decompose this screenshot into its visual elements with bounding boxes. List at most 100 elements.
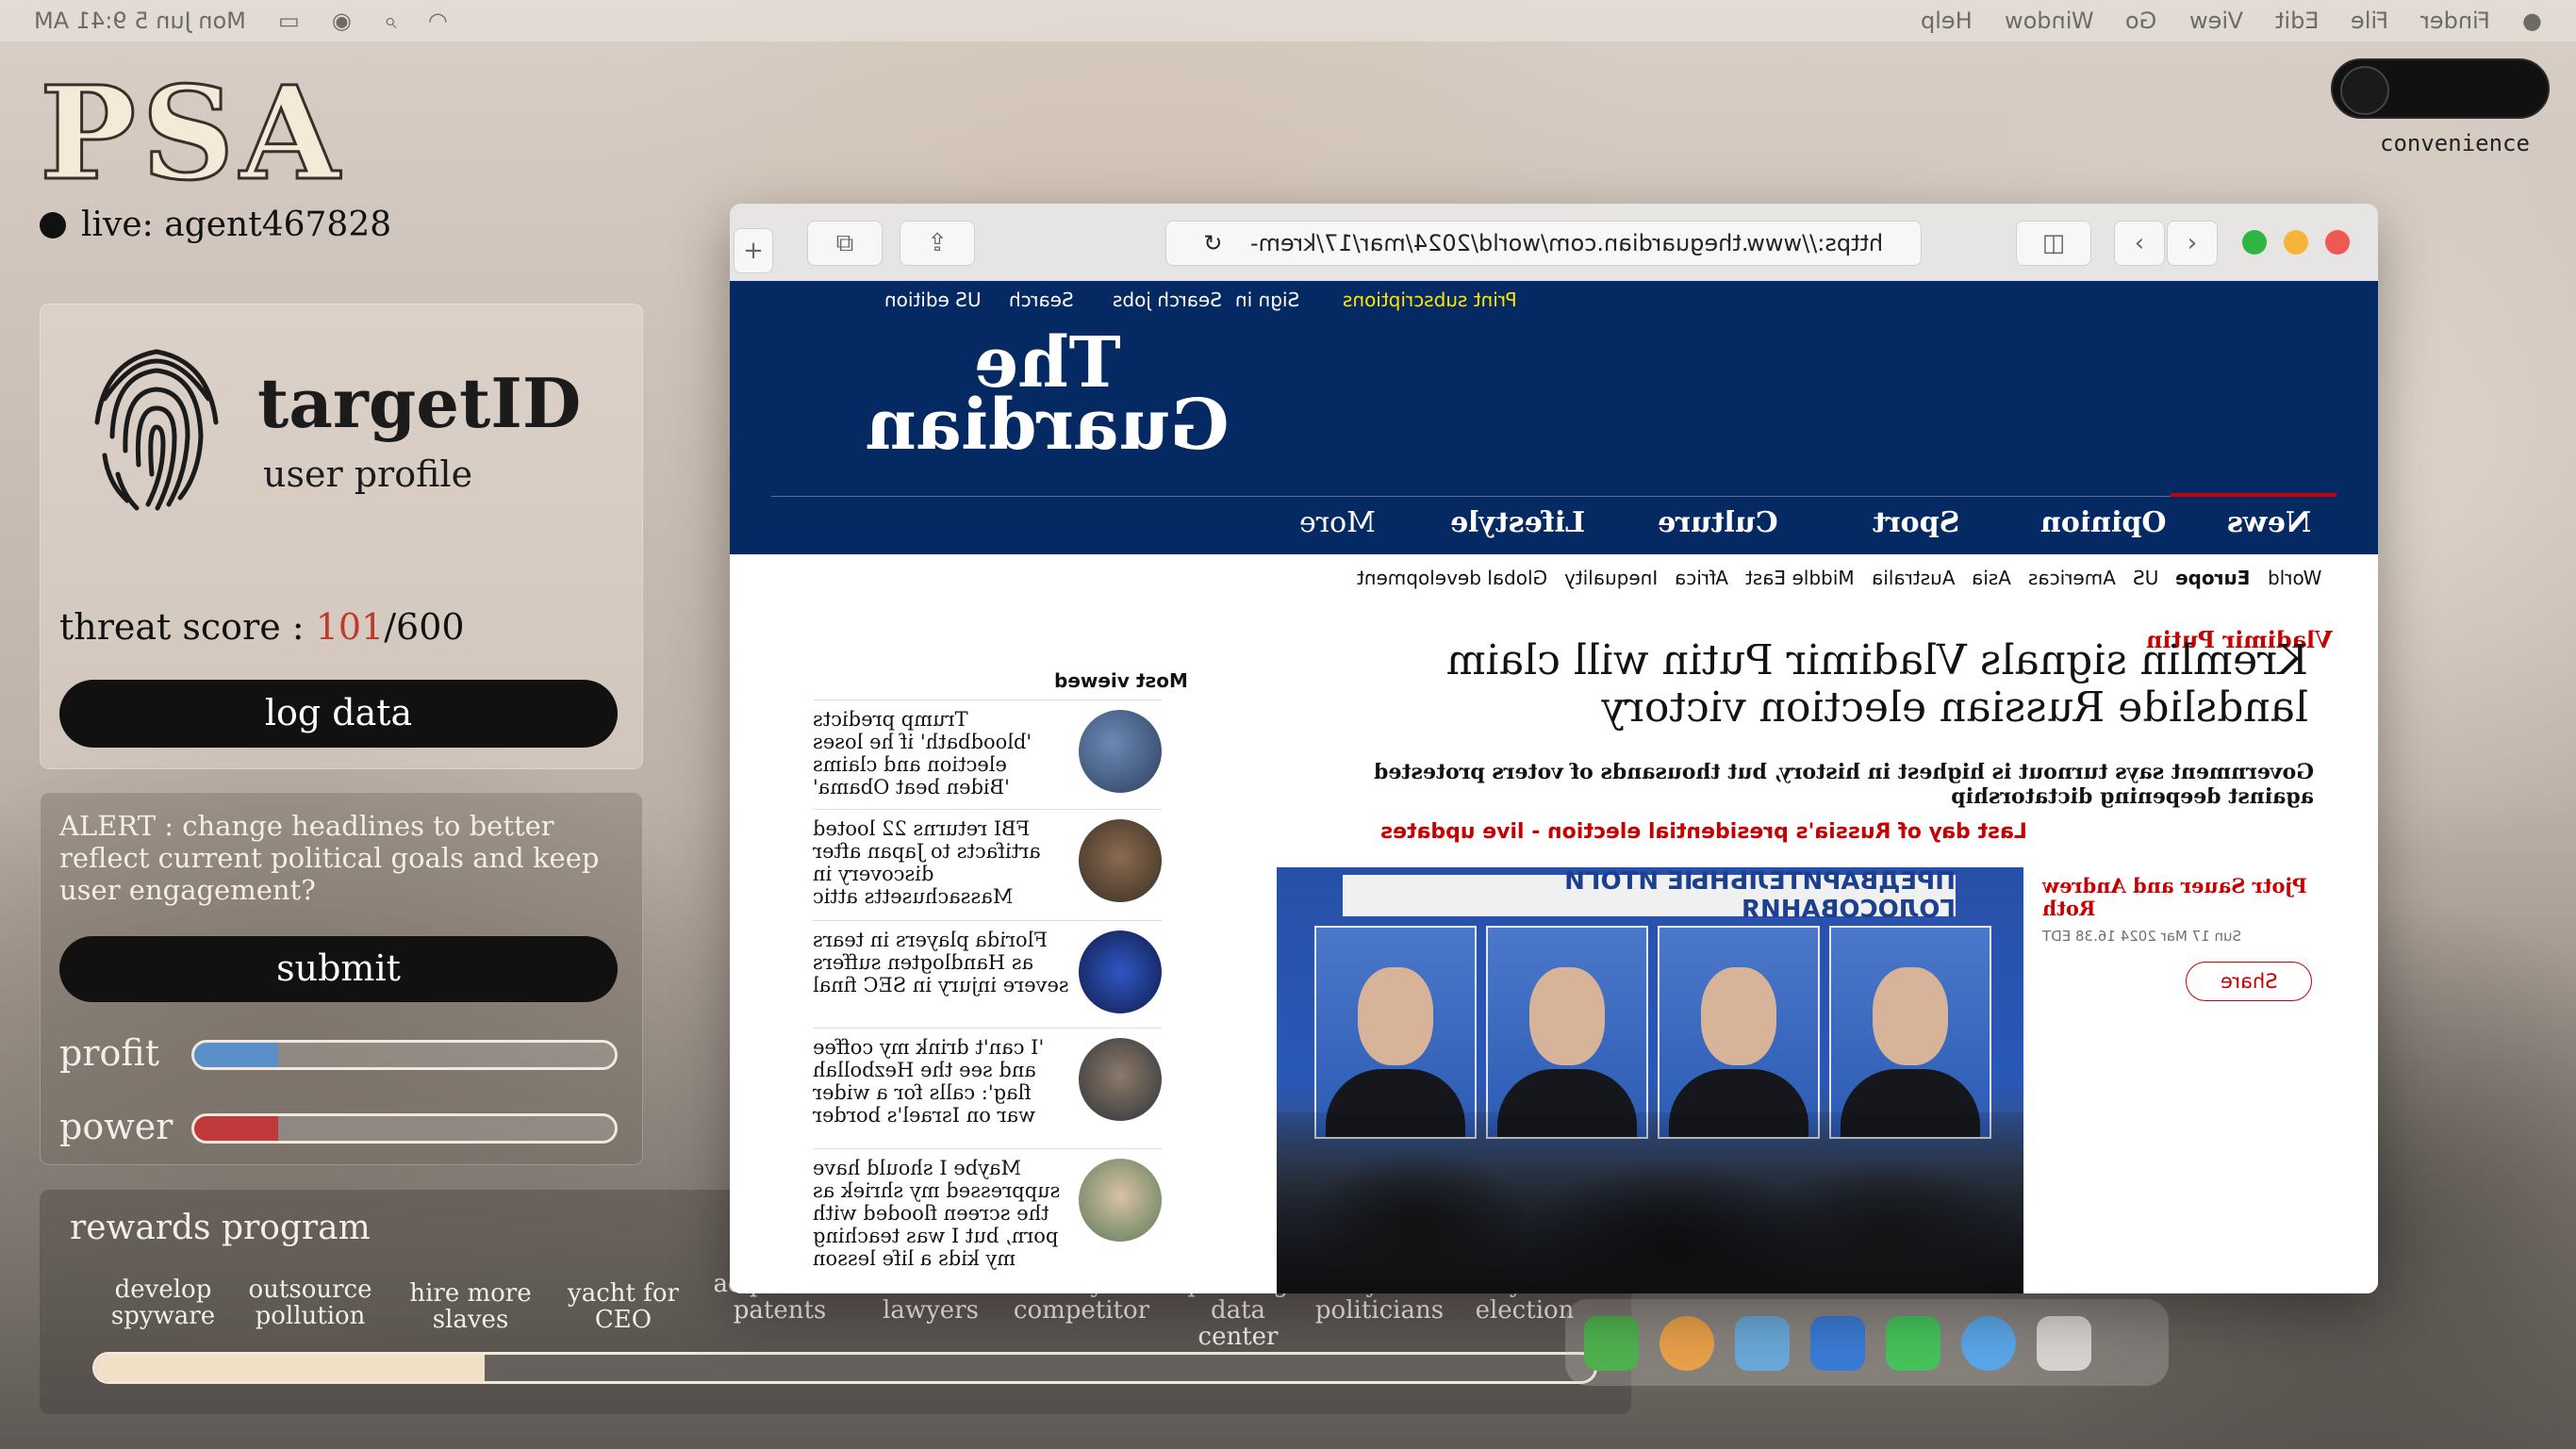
address-bar[interactable]: ↻ https://www.theguardian.com/world/2024… <box>1165 221 1922 266</box>
forward-button[interactable]: › <box>2167 221 2218 266</box>
reload-icon[interactable]: ↻ <box>1203 230 1222 256</box>
power-fill <box>194 1116 279 1141</box>
article-photo: ПРЕДВАРИТЕЛЬНЫЕ ИТОГИ ГОЛОСОВАНИЯ <box>1277 867 2023 1293</box>
nav-lifestyle[interactable]: Lifestyle <box>1450 506 1585 539</box>
subnav-item[interactable]: Asia <box>1972 567 2011 589</box>
subnav-item[interactable]: World <box>2268 567 2321 589</box>
nav-opinion[interactable]: Opinion <box>2040 506 2167 539</box>
most-viewed-text[interactable]: Maybe I should have suppressed my shriek… <box>813 1157 1069 1270</box>
candidate-portrait <box>1486 926 1648 1139</box>
safari-icon[interactable] <box>1961 1316 2016 1371</box>
reward-item[interactable]: outsource pollution <box>239 1276 381 1329</box>
rewards-progress-fill <box>95 1355 486 1381</box>
url-text[interactable]: https://www.theguardian.com/world/2024/m… <box>1250 230 1883 256</box>
fingerprint-icon <box>94 349 219 511</box>
guardian-header: The Guardian News Opinion Sport Culture … <box>730 319 2378 554</box>
guardian-utility-bar: Print subscriptions Sign in Search jobs … <box>730 281 2378 319</box>
search-icon[interactable]: ⌕ <box>384 8 396 34</box>
thumbnail <box>1079 819 1162 902</box>
guardian-nav: News Opinion Sport Culture Lifestyle Mor… <box>771 493 2337 555</box>
search-link[interactable]: Search <box>1009 288 1074 311</box>
subnav-item[interactable]: Europe <box>2175 567 2250 589</box>
share-button[interactable]: Share <box>2186 962 2312 1001</box>
power-label: power <box>59 1106 173 1147</box>
most-viewed-item[interactable]: Trump predicts 'bloodbath' if he loses e… <box>813 700 1162 802</box>
subnav-item[interactable]: Middle East <box>1745 567 1855 589</box>
subnav-item[interactable]: Africa <box>1675 567 1728 589</box>
messages-icon[interactable] <box>1886 1316 1940 1371</box>
most-viewed-text[interactable]: Florida players in tears as Handlogten s… <box>813 929 1069 996</box>
menu-help[interactable]: Help <box>1921 8 1973 34</box>
launchpad-icon[interactable] <box>2037 1316 2091 1371</box>
live-updates-link[interactable]: Last day of Russia's presidential electi… <box>1380 820 2027 844</box>
subnav-item[interactable]: Australia <box>1872 567 1955 589</box>
submit-button[interactable]: submit <box>59 936 618 1002</box>
share-icon[interactable]: ⇪ <box>900 221 975 266</box>
mail-icon[interactable] <box>1810 1316 1865 1371</box>
thumbnail <box>1079 1159 1162 1242</box>
rewards-title: rewards program <box>70 1209 371 1247</box>
menu-go[interactable]: Go <box>2125 8 2156 34</box>
most-viewed-item[interactable]: Maybe I should have suppressed my shriek… <box>813 1148 1162 1291</box>
most-viewed-text[interactable]: Trump predicts 'bloodbath' if he loses e… <box>813 708 1069 799</box>
reward-item[interactable]: yacht for CEO <box>553 1280 694 1333</box>
alert-text: ALERT : change headlines to better refle… <box>59 810 600 906</box>
nav-news[interactable]: News <box>2227 506 2311 539</box>
subnav-item[interactable]: Americas <box>2028 567 2116 589</box>
sign-in-link[interactable]: Sign in <box>1235 288 1299 311</box>
live-dot-icon <box>40 211 66 239</box>
app-icon[interactable] <box>1584 1316 1639 1371</box>
threat-value: 101 <box>315 606 385 648</box>
menu-view[interactable]: View <box>2189 8 2243 34</box>
photos-icon[interactable] <box>1660 1316 1714 1371</box>
back-button[interactable]: ‹ <box>2114 221 2165 266</box>
print-subscriptions-link[interactable]: Print subscriptions <box>1343 288 1517 311</box>
maps-icon[interactable] <box>1735 1316 1790 1371</box>
wifi-icon: ◠ <box>428 8 448 34</box>
most-viewed-item[interactable]: Florida players in tears as Handlogten s… <box>813 920 1162 1023</box>
zoom-button[interactable] <box>2242 230 2267 255</box>
most-viewed-item[interactable]: 'I can't drink my coffee and see the Hez… <box>813 1028 1162 1130</box>
subnav-item[interactable]: Inequality <box>1564 567 1658 589</box>
close-button[interactable] <box>2325 230 2350 255</box>
dock <box>1565 1299 2169 1386</box>
article-standfirst: Government says turnout is highest in hi… <box>1373 760 2314 809</box>
nav-culture[interactable]: Culture <box>1658 506 1778 539</box>
new-tab-button[interactable]: + <box>734 228 773 273</box>
guardian-logo[interactable]: The Guardian <box>866 322 1230 466</box>
reward-item[interactable]: develop spyware <box>92 1276 234 1329</box>
user-icon: ◉ <box>331 8 352 34</box>
most-viewed-item[interactable]: FBI returns 22 looted artifacts to Japan… <box>813 809 1162 912</box>
battery-icon: ▭ <box>277 8 300 34</box>
apple-icon[interactable]: ● <box>2522 8 2542 34</box>
thumbnail <box>1079 1038 1162 1121</box>
tabs-overview-button[interactable]: ⧉ <box>807 221 883 266</box>
edition-link[interactable]: US edition <box>884 288 982 311</box>
convenience-label: convenience <box>2380 130 2530 156</box>
menu-window[interactable]: Window <box>2005 8 2094 34</box>
menu-bar: Mon Jun 5 9:41 AM ▭ ◉ ⌕ ◠ Help Window Go… <box>0 0 2576 41</box>
search-jobs-link[interactable]: Search jobs <box>1113 288 1222 311</box>
threat-score: threat score : 101/600 <box>59 606 465 648</box>
subnav-item[interactable]: US <box>2133 567 2158 589</box>
sidebar-icon[interactable]: ◫ <box>2016 221 2091 266</box>
minimize-button[interactable] <box>2284 230 2308 255</box>
subnav-item[interactable]: Global development <box>1357 567 1547 589</box>
log-data-button[interactable]: log data <box>59 680 618 748</box>
menu-file[interactable]: File <box>2351 8 2388 34</box>
logo-line2: Guardian <box>866 385 1230 466</box>
live-label: live: agent467828 <box>81 206 392 244</box>
reward-item[interactable]: hire more slaves <box>400 1280 541 1333</box>
menu-edit[interactable]: Edit <box>2275 8 2319 34</box>
nav-sport[interactable]: Sport <box>1873 506 1959 539</box>
article-byline[interactable]: Pjotr Sauer and Andrew Roth <box>2042 874 2325 920</box>
most-viewed-text[interactable]: 'I can't drink my coffee and see the Hez… <box>813 1036 1069 1127</box>
threat-label: threat score : <box>59 606 316 648</box>
most-viewed-text[interactable]: FBI returns 22 looted artifacts to Japan… <box>813 817 1069 908</box>
menu-finder[interactable]: Finder <box>2420 8 2490 34</box>
profit-label: profit <box>59 1032 159 1074</box>
toggle-knob[interactable] <box>2340 66 2389 115</box>
nav-more[interactable]: More <box>1299 506 1376 539</box>
convenience-toggle[interactable] <box>2331 58 2550 119</box>
candidate-portrait <box>1658 926 1820 1139</box>
